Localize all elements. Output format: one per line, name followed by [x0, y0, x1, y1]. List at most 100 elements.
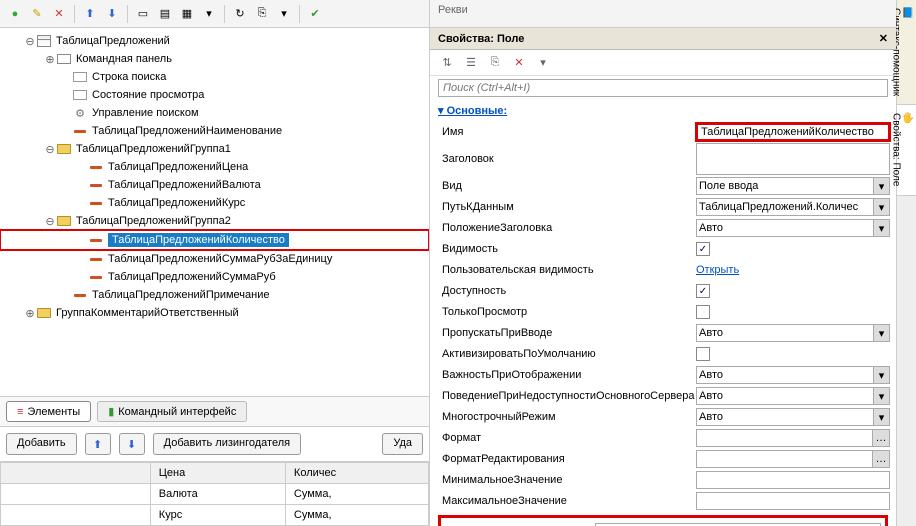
tab-cmd-interface[interactable]: ▮Командный интерфейс: [97, 401, 247, 422]
move-up-button[interactable]: ⬆: [85, 433, 111, 455]
kind-select[interactable]: Поле ввода▾: [696, 177, 890, 195]
form-icon[interactable]: ▭: [134, 5, 152, 23]
chevron-down-icon[interactable]: ▾: [873, 178, 889, 194]
prop-kind: Вид Поле ввода▾: [436, 176, 890, 196]
tree-group-comment[interactable]: ⊕ГруппаКомментарийОтветственный: [0, 304, 429, 322]
chevron-down-icon[interactable]: ▾: [873, 409, 889, 425]
search-input[interactable]: [438, 79, 888, 97]
tree-col-note[interactable]: ТаблицаПредложенийПримечание: [0, 286, 429, 304]
headerpos-select[interactable]: Авто▾: [696, 219, 890, 237]
tree-search-mgmt[interactable]: ⚙ Управление поиском: [0, 104, 429, 122]
ellipsis-button[interactable]: …: [872, 450, 890, 468]
tree-group2[interactable]: ⊖ТаблицаПредложенийГруппа2: [0, 212, 429, 230]
gear-icon: ⚙: [72, 106, 88, 120]
prop-importance: ВажностьПриОтображении Авто▾: [436, 365, 890, 385]
close-icon[interactable]: ✕: [879, 32, 888, 45]
activate-checkbox[interactable]: [696, 347, 710, 361]
down-icon[interactable]: ⬇: [103, 5, 121, 23]
tree-col-sum-unit[interactable]: ТаблицаПредложенийСуммаРубЗаЕдиницу: [0, 250, 429, 268]
tree-search-line[interactable]: Строка поиска: [0, 68, 429, 86]
max-input[interactable]: [696, 492, 890, 510]
preview-grid: ЦенаКоличес ВалютаСумма, КурсСумма,: [0, 461, 429, 526]
add-button[interactable]: Добавить: [6, 433, 77, 455]
redo-icon[interactable]: ↻: [231, 5, 249, 23]
grid-icon[interactable]: ▦: [178, 5, 196, 23]
tree-col-currency[interactable]: ТаблицаПредложенийВалюта: [0, 176, 429, 194]
chevron-down-icon[interactable]: ▾: [873, 199, 889, 215]
expand-icon[interactable]: ⊕: [24, 307, 36, 320]
sort-icon[interactable]: ⇅: [438, 54, 456, 72]
up-icon[interactable]: ⬆: [81, 5, 99, 23]
footer-highlight-block: ТекстПодвала ПутьКДаннымПодвала ▾: [438, 515, 888, 526]
main-toolbar: ● ✎ ✕ ⬆ ⬇ ▭ ▤ ▦ ▾ ↻ ⎘ ▾ ✔: [0, 0, 429, 28]
filter-icon[interactable]: ☰: [462, 54, 480, 72]
link-icon[interactable]: ⎘: [253, 5, 271, 23]
chevron-down-icon[interactable]: ▾: [873, 388, 889, 404]
chevron-down-icon[interactable]: ▾: [873, 220, 889, 236]
tree-label: Управление поиском: [92, 107, 199, 119]
table-row[interactable]: КурсСумма,: [1, 505, 429, 526]
min-input[interactable]: [696, 471, 890, 489]
more-icon[interactable]: ▾: [275, 5, 293, 23]
expand-icon[interactable]: ⊖: [44, 143, 56, 156]
readonly-checkbox[interactable]: [696, 305, 710, 319]
tree-col-name[interactable]: ТаблицаПредложенийНаименование: [0, 122, 429, 140]
table-row[interactable]: ВалютаСумма,: [1, 484, 429, 505]
name-input[interactable]: [696, 123, 890, 141]
prop-format: Формат …: [436, 428, 890, 448]
skip-select[interactable]: Авто▾: [696, 324, 890, 342]
dropdown-icon[interactable]: ▾: [534, 54, 552, 72]
tree-root[interactable]: ⊖ТаблицаПредложений: [0, 32, 429, 50]
importance-select[interactable]: Авто▾: [696, 366, 890, 384]
tree-col-rate[interactable]: ТаблицаПредложенийКурс: [0, 194, 429, 212]
grid-header-price[interactable]: Цена: [150, 463, 285, 484]
side-tab-props[interactable]: 🖐Свойства: Поле: [897, 105, 916, 195]
left-panel: ● ✎ ✕ ⬆ ⬇ ▭ ▤ ▦ ▾ ↻ ⎘ ▾ ✔ ⊖ТаблицаПредло…: [0, 0, 430, 526]
tree-group1[interactable]: ⊖ТаблицаПредложенийГруппа1: [0, 140, 429, 158]
uservis-link[interactable]: Открыть: [696, 264, 739, 276]
side-tab-syntax[interactable]: 📘Синтакс-помощник: [897, 0, 916, 105]
title-input[interactable]: [696, 143, 890, 175]
add-lessor-button[interactable]: Добавить лизингодателя: [153, 433, 301, 455]
tree-label: Командная панель: [76, 53, 172, 65]
expand-icon[interactable]: ⊖: [44, 215, 56, 228]
format-input[interactable]: [696, 429, 873, 447]
delete-icon[interactable]: ✕: [50, 5, 68, 23]
editfmt-input[interactable]: [696, 450, 873, 468]
edit-icon[interactable]: ✎: [28, 5, 46, 23]
multiline-select[interactable]: Авто▾: [696, 408, 890, 426]
section-main[interactable]: ▾ Основные:: [430, 100, 896, 121]
grid-header-qty[interactable]: Количес: [285, 463, 428, 484]
avail-checkbox[interactable]: ✓: [696, 284, 710, 298]
prop-uservis: Пользовательская видимость Открыть: [436, 260, 890, 280]
tree-cmd-panel[interactable]: ⊕ Командная панель: [0, 50, 429, 68]
tab-label: Элементы: [27, 406, 80, 418]
ellipsis-button[interactable]: …: [872, 429, 890, 447]
tree-col-qty[interactable]: ТаблицаПредложенийКоличество: [0, 230, 429, 250]
visible-checkbox[interactable]: ✓: [696, 242, 710, 256]
behavior-select[interactable]: Авто▾: [696, 387, 890, 405]
chevron-down-icon[interactable]: ▾: [873, 325, 889, 341]
datapath-select[interactable]: ТаблицаПредложений.Количес▾: [696, 198, 890, 216]
check-icon[interactable]: ✔: [306, 5, 324, 23]
prop-min: МинимальноеЗначение: [436, 470, 890, 490]
chevron-down-icon[interactable]: ▾: [873, 367, 889, 383]
dropdown-icon[interactable]: ▾: [200, 5, 218, 23]
clear-icon[interactable]: ✕: [510, 54, 528, 72]
expand-icon[interactable]: ⊕: [44, 53, 56, 66]
tree-col-price[interactable]: ТаблицаПредложенийЦена: [0, 158, 429, 176]
move-down-button[interactable]: ⬇: [119, 433, 145, 455]
prop-editfmt: ФорматРедактирования …: [436, 449, 890, 469]
add-icon[interactable]: ●: [6, 5, 24, 23]
expand-icon[interactable]: ⊖: [24, 35, 36, 48]
delete-button[interactable]: Уда: [382, 433, 423, 455]
prop-behavior: ПоведениеПриНедоступностиОсновногоСервер…: [436, 386, 890, 406]
copy-icon[interactable]: ⎘: [486, 54, 504, 72]
truncated-tab[interactable]: Рекви: [430, 0, 896, 28]
tree-label: ТаблицаПредложенийПримечание: [92, 289, 270, 301]
tab-elements[interactable]: ≡Элементы: [6, 401, 91, 422]
panel-icon[interactable]: ▤: [156, 5, 174, 23]
properties-toolbar: ⇅ ☰ ⎘ ✕ ▾: [430, 50, 896, 76]
tree-col-sum[interactable]: ТаблицаПредложенийСуммаРуб: [0, 268, 429, 286]
tree-view-state[interactable]: Состояние просмотра: [0, 86, 429, 104]
